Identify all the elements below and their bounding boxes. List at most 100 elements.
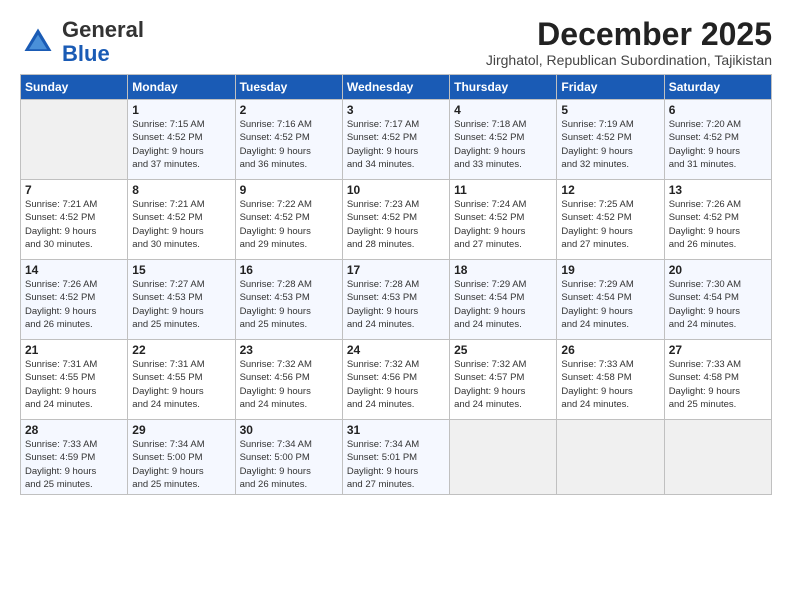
day-number: 12: [561, 183, 659, 197]
day-number: 5: [561, 103, 659, 117]
day-info: Sunrise: 7:17 AMSunset: 4:52 PMDaylight:…: [347, 118, 445, 171]
day-number: 11: [454, 183, 552, 197]
table-row: 2Sunrise: 7:16 AMSunset: 4:52 PMDaylight…: [235, 100, 342, 180]
day-number: 23: [240, 343, 338, 357]
table-row: 17Sunrise: 7:28 AMSunset: 4:53 PMDayligh…: [342, 260, 449, 340]
day-number: 4: [454, 103, 552, 117]
day-number: 22: [132, 343, 230, 357]
day-info: Sunrise: 7:29 AMSunset: 4:54 PMDaylight:…: [561, 278, 659, 331]
col-thursday: Thursday: [450, 75, 557, 100]
day-info: Sunrise: 7:15 AMSunset: 4:52 PMDaylight:…: [132, 118, 230, 171]
table-row: 31Sunrise: 7:34 AMSunset: 5:01 PMDayligh…: [342, 420, 449, 495]
day-number: 29: [132, 423, 230, 437]
table-row: 28Sunrise: 7:33 AMSunset: 4:59 PMDayligh…: [21, 420, 128, 495]
day-number: 6: [669, 103, 767, 117]
day-number: 16: [240, 263, 338, 277]
day-info: Sunrise: 7:34 AMSunset: 5:00 PMDaylight:…: [132, 438, 230, 491]
day-number: 30: [240, 423, 338, 437]
table-row: 8Sunrise: 7:21 AMSunset: 4:52 PMDaylight…: [128, 180, 235, 260]
table-row: 13Sunrise: 7:26 AMSunset: 4:52 PMDayligh…: [664, 180, 771, 260]
day-info: Sunrise: 7:33 AMSunset: 4:59 PMDaylight:…: [25, 438, 123, 491]
table-row: 23Sunrise: 7:32 AMSunset: 4:56 PMDayligh…: [235, 340, 342, 420]
day-info: Sunrise: 7:21 AMSunset: 4:52 PMDaylight:…: [132, 198, 230, 251]
table-row: 14Sunrise: 7:26 AMSunset: 4:52 PMDayligh…: [21, 260, 128, 340]
day-number: 31: [347, 423, 445, 437]
table-row: 6Sunrise: 7:20 AMSunset: 4:52 PMDaylight…: [664, 100, 771, 180]
day-number: 25: [454, 343, 552, 357]
col-tuesday: Tuesday: [235, 75, 342, 100]
logo-blue: Blue: [62, 41, 110, 66]
table-row: 26Sunrise: 7:33 AMSunset: 4:58 PMDayligh…: [557, 340, 664, 420]
logo-general: General: [62, 17, 144, 42]
day-info: Sunrise: 7:33 AMSunset: 4:58 PMDaylight:…: [669, 358, 767, 411]
day-info: Sunrise: 7:32 AMSunset: 4:56 PMDaylight:…: [240, 358, 338, 411]
logo-text: General Blue: [62, 18, 144, 66]
day-info: Sunrise: 7:16 AMSunset: 4:52 PMDaylight:…: [240, 118, 338, 171]
day-info: Sunrise: 7:27 AMSunset: 4:53 PMDaylight:…: [132, 278, 230, 331]
day-info: Sunrise: 7:32 AMSunset: 4:57 PMDaylight:…: [454, 358, 552, 411]
calendar: Sunday Monday Tuesday Wednesday Thursday…: [20, 74, 772, 495]
day-number: 7: [25, 183, 123, 197]
day-info: Sunrise: 7:22 AMSunset: 4:52 PMDaylight:…: [240, 198, 338, 251]
day-number: 17: [347, 263, 445, 277]
day-number: 18: [454, 263, 552, 277]
day-info: Sunrise: 7:34 AMSunset: 5:00 PMDaylight:…: [240, 438, 338, 491]
table-row: 15Sunrise: 7:27 AMSunset: 4:53 PMDayligh…: [128, 260, 235, 340]
table-row: 10Sunrise: 7:23 AMSunset: 4:52 PMDayligh…: [342, 180, 449, 260]
table-row: 25Sunrise: 7:32 AMSunset: 4:57 PMDayligh…: [450, 340, 557, 420]
table-row: 4Sunrise: 7:18 AMSunset: 4:52 PMDaylight…: [450, 100, 557, 180]
title-block: December 2025 Jirghatol, Republican Subo…: [486, 18, 772, 68]
table-row: [664, 420, 771, 495]
table-row: 9Sunrise: 7:22 AMSunset: 4:52 PMDaylight…: [235, 180, 342, 260]
table-row: 12Sunrise: 7:25 AMSunset: 4:52 PMDayligh…: [557, 180, 664, 260]
day-info: Sunrise: 7:19 AMSunset: 4:52 PMDaylight:…: [561, 118, 659, 171]
table-row: 29Sunrise: 7:34 AMSunset: 5:00 PMDayligh…: [128, 420, 235, 495]
table-row: [450, 420, 557, 495]
day-number: 26: [561, 343, 659, 357]
day-info: Sunrise: 7:28 AMSunset: 4:53 PMDaylight:…: [240, 278, 338, 331]
table-row: [557, 420, 664, 495]
day-info: Sunrise: 7:26 AMSunset: 4:52 PMDaylight:…: [25, 278, 123, 331]
table-row: 7Sunrise: 7:21 AMSunset: 4:52 PMDaylight…: [21, 180, 128, 260]
calendar-header-row: Sunday Monday Tuesday Wednesday Thursday…: [21, 75, 772, 100]
table-row: 20Sunrise: 7:30 AMSunset: 4:54 PMDayligh…: [664, 260, 771, 340]
col-sunday: Sunday: [21, 75, 128, 100]
day-info: Sunrise: 7:32 AMSunset: 4:56 PMDaylight:…: [347, 358, 445, 411]
table-row: 11Sunrise: 7:24 AMSunset: 4:52 PMDayligh…: [450, 180, 557, 260]
day-number: 2: [240, 103, 338, 117]
day-number: 13: [669, 183, 767, 197]
table-row: 30Sunrise: 7:34 AMSunset: 5:00 PMDayligh…: [235, 420, 342, 495]
table-row: 24Sunrise: 7:32 AMSunset: 4:56 PMDayligh…: [342, 340, 449, 420]
col-friday: Friday: [557, 75, 664, 100]
month-title: December 2025: [486, 18, 772, 50]
day-info: Sunrise: 7:29 AMSunset: 4:54 PMDaylight:…: [454, 278, 552, 331]
table-row: 21Sunrise: 7:31 AMSunset: 4:55 PMDayligh…: [21, 340, 128, 420]
logo: General Blue: [20, 18, 144, 66]
day-info: Sunrise: 7:20 AMSunset: 4:52 PMDaylight:…: [669, 118, 767, 171]
logo-icon: [20, 24, 56, 60]
day-number: 24: [347, 343, 445, 357]
day-number: 28: [25, 423, 123, 437]
col-wednesday: Wednesday: [342, 75, 449, 100]
day-info: Sunrise: 7:31 AMSunset: 4:55 PMDaylight:…: [132, 358, 230, 411]
day-number: 9: [240, 183, 338, 197]
day-number: 8: [132, 183, 230, 197]
day-info: Sunrise: 7:33 AMSunset: 4:58 PMDaylight:…: [561, 358, 659, 411]
day-info: Sunrise: 7:30 AMSunset: 4:54 PMDaylight:…: [669, 278, 767, 331]
day-info: Sunrise: 7:26 AMSunset: 4:52 PMDaylight:…: [669, 198, 767, 251]
col-saturday: Saturday: [664, 75, 771, 100]
day-number: 19: [561, 263, 659, 277]
day-number: 15: [132, 263, 230, 277]
day-number: 10: [347, 183, 445, 197]
header: General Blue December 2025 Jirghatol, Re…: [20, 18, 772, 68]
day-number: 20: [669, 263, 767, 277]
day-number: 3: [347, 103, 445, 117]
day-info: Sunrise: 7:31 AMSunset: 4:55 PMDaylight:…: [25, 358, 123, 411]
table-row: 5Sunrise: 7:19 AMSunset: 4:52 PMDaylight…: [557, 100, 664, 180]
page: General Blue December 2025 Jirghatol, Re…: [0, 0, 792, 505]
table-row: 18Sunrise: 7:29 AMSunset: 4:54 PMDayligh…: [450, 260, 557, 340]
day-info: Sunrise: 7:23 AMSunset: 4:52 PMDaylight:…: [347, 198, 445, 251]
table-row: 27Sunrise: 7:33 AMSunset: 4:58 PMDayligh…: [664, 340, 771, 420]
col-monday: Monday: [128, 75, 235, 100]
day-info: Sunrise: 7:21 AMSunset: 4:52 PMDaylight:…: [25, 198, 123, 251]
